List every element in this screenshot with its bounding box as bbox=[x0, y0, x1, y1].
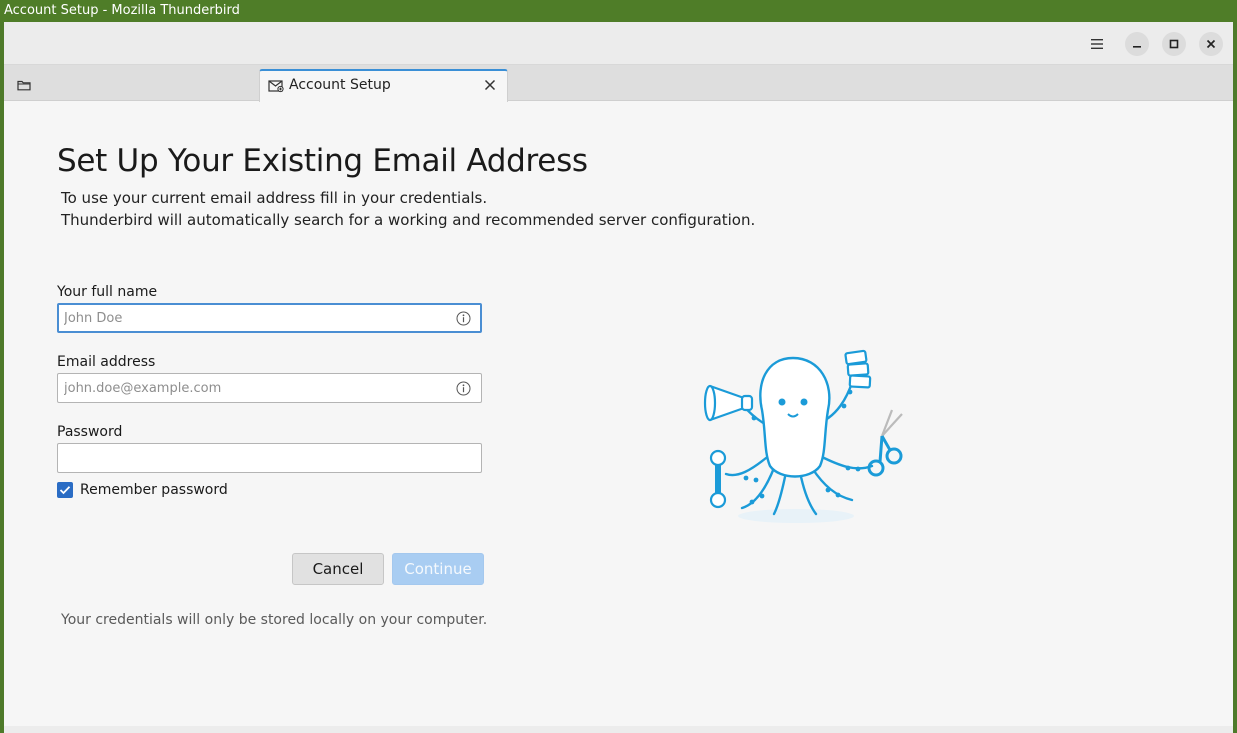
octopus-illustration bbox=[703, 349, 903, 523]
password-input[interactable] bbox=[57, 443, 482, 473]
cancel-button[interactable]: Cancel bbox=[292, 553, 384, 585]
tab-bar: Account Setup bbox=[4, 65, 1233, 102]
tab-close-icon[interactable] bbox=[481, 76, 499, 94]
maximize-icon[interactable] bbox=[1162, 32, 1186, 56]
folder-icon[interactable] bbox=[12, 73, 36, 97]
continue-button[interactable]: Continue bbox=[392, 553, 484, 585]
status-bar bbox=[4, 726, 1233, 733]
account-setup-page: Set Up Your Existing Email Address To us… bbox=[4, 101, 1233, 733]
minimize-icon[interactable] bbox=[1125, 32, 1149, 56]
email-label: Email address bbox=[57, 354, 156, 370]
description-line-2: Thunderbird will automatically search fo… bbox=[61, 211, 756, 229]
remember-password-label[interactable]: Remember password bbox=[80, 482, 228, 498]
account-setup-icon bbox=[268, 79, 284, 93]
credentials-footnote: Your credentials will only be stored loc… bbox=[61, 612, 488, 628]
page-title: Set Up Your Existing Email Address bbox=[57, 143, 588, 179]
fullname-input[interactable] bbox=[57, 303, 482, 333]
password-label: Password bbox=[57, 424, 123, 440]
hamburger-menu-icon[interactable] bbox=[1085, 32, 1109, 56]
thunderbird-window: Account Setup Set Up Your Existing Email… bbox=[4, 22, 1233, 733]
window-title: Account Setup - Mozilla Thunderbird bbox=[0, 0, 1237, 22]
email-input[interactable] bbox=[57, 373, 482, 403]
close-icon[interactable] bbox=[1199, 32, 1223, 56]
tab-label: Account Setup bbox=[289, 77, 391, 93]
description-line-1: To use your current email address fill i… bbox=[61, 189, 488, 207]
remember-password-checkbox[interactable] bbox=[57, 482, 73, 498]
fullname-label: Your full name bbox=[57, 284, 158, 300]
tab-account-setup[interactable]: Account Setup bbox=[259, 69, 508, 102]
info-icon[interactable] bbox=[455, 310, 471, 326]
info-icon[interactable] bbox=[455, 380, 471, 396]
main-toolbar bbox=[4, 22, 1233, 65]
